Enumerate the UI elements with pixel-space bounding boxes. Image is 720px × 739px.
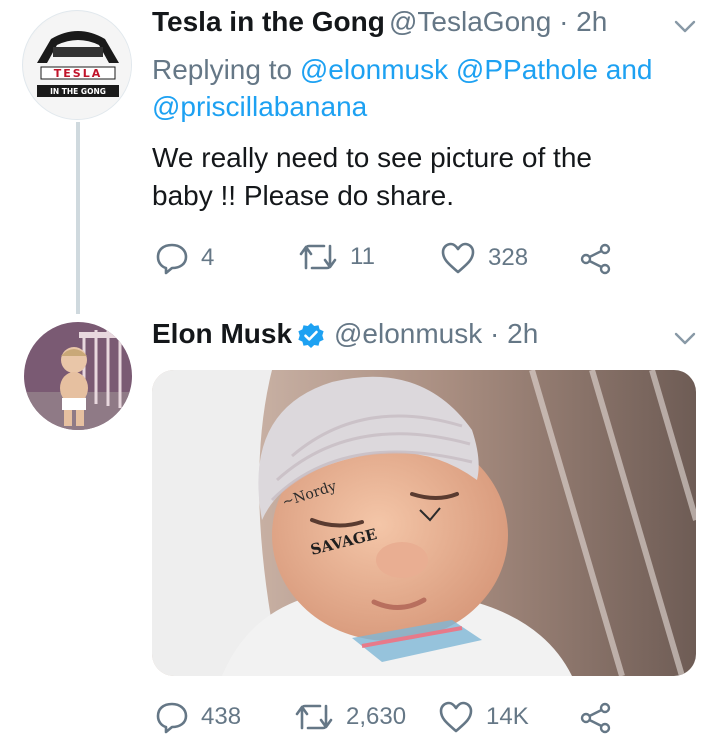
tweet-media-photo[interactable]: ~Nordy SAVAGE (152, 370, 696, 676)
handle-time[interactable]: @elonmusk · 2h (334, 318, 538, 350)
toddler-photo (24, 322, 132, 430)
baby-photo: ~Nordy SAVAGE (152, 370, 696, 676)
logo-gong-text: IN THE GONG (50, 87, 106, 96)
share-button[interactable] (580, 243, 612, 275)
mention-link[interactable]: @elonmusk (300, 54, 448, 85)
mention-conjunction[interactable]: and (606, 54, 653, 85)
share-button[interactable] (580, 702, 612, 734)
chevron-down-icon[interactable] (674, 332, 696, 351)
retweet-button[interactable]: 11 (298, 241, 375, 273)
retweet-icon (295, 704, 333, 730)
logo-tesla-text: TESLA (54, 67, 102, 80)
chevron-down-icon[interactable] (674, 20, 696, 39)
display-name[interactable]: Elon Musk (152, 318, 292, 350)
share-icon (580, 243, 611, 275)
retweet-count: 11 (350, 243, 375, 270)
reply-icon (156, 243, 188, 275)
retweet-count: 2,630 (346, 703, 407, 730)
like-button[interactable]: 328 (440, 241, 528, 275)
like-button[interactable]: 14K (438, 700, 529, 734)
tesla-gong-logo: TESLA IN THE GONG (24, 12, 131, 119)
reply-button[interactable]: 438 (155, 700, 241, 734)
reply-button[interactable]: 4 (155, 241, 214, 275)
like-icon (439, 701, 473, 733)
reply-count: 438 (201, 703, 242, 730)
share-icon (580, 702, 611, 734)
reply-count: 4 (201, 244, 215, 271)
tweet-text-line: baby !! Please do share. (152, 180, 454, 211)
thread-line (76, 122, 80, 314)
mention-link[interactable]: @PPathole (456, 54, 598, 85)
reply-icon (156, 702, 188, 734)
replying-to-label: Replying to (152, 54, 293, 85)
like-icon (441, 242, 475, 274)
retweet-button[interactable]: 2,630 (294, 701, 406, 733)
verified-icon (297, 322, 325, 355)
like-count: 14K (486, 703, 529, 730)
tweet-text-line: We really need to see picture of the (152, 142, 592, 173)
handle-time[interactable]: @TeslaGong · 2h (389, 6, 607, 38)
tweet-text: We really need to see picture of the bab… (152, 139, 712, 215)
mention-link[interactable]: @priscillabanana (152, 91, 367, 122)
avatar-tesla-in-the-gong[interactable]: TESLA IN THE GONG (22, 10, 132, 120)
like-count: 328 (488, 244, 529, 271)
retweet-icon (299, 244, 337, 270)
reply-context: Replying to @elonmusk @PPathole and @pri… (152, 51, 712, 125)
display-name[interactable]: Tesla in the Gong (152, 6, 385, 38)
avatar-elon-musk[interactable] (24, 322, 132, 430)
